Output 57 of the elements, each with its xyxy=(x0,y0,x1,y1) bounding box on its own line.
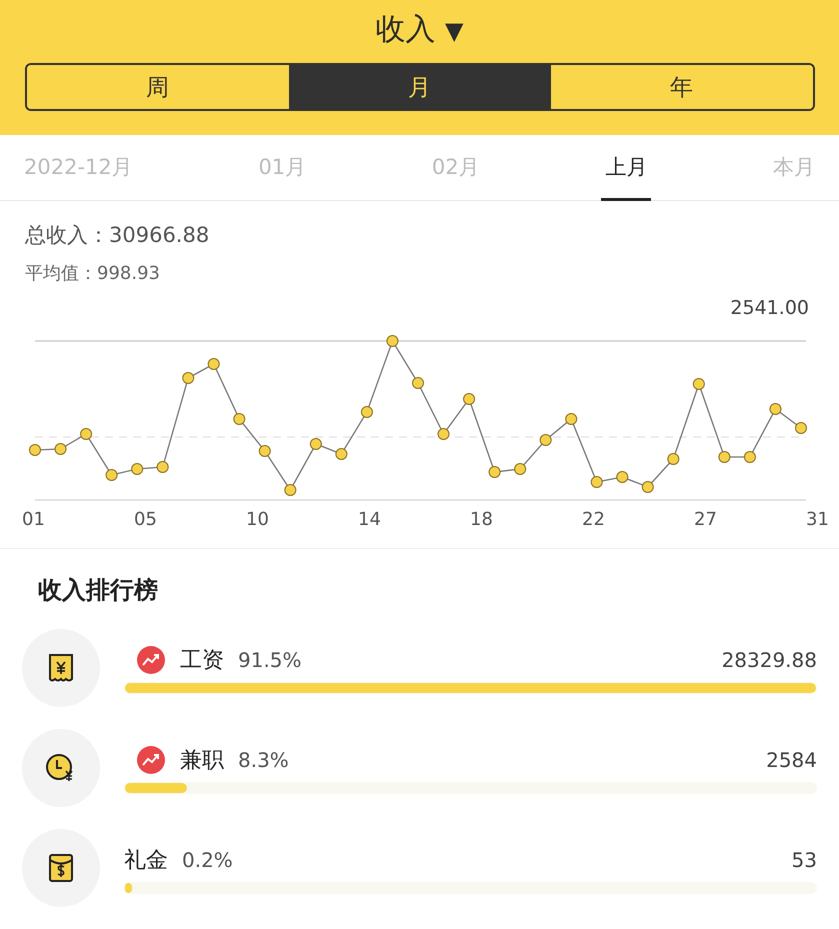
data-point xyxy=(54,443,67,455)
axis-label: 10 xyxy=(246,509,269,530)
data-point xyxy=(335,448,348,460)
section-title: 收入排行榜 xyxy=(38,575,159,606)
data-point xyxy=(718,451,730,463)
total-income: 总收入：30966.88 xyxy=(25,222,210,249)
axis-label: 27 xyxy=(694,509,717,530)
axis-label: 14 xyxy=(358,509,381,530)
data-point xyxy=(131,463,144,475)
data-point xyxy=(488,466,501,478)
axis-label: 01 xyxy=(22,509,45,530)
data-point xyxy=(616,471,628,483)
category-percent: 0.2% xyxy=(182,848,233,872)
max-value-label: 2541.00 xyxy=(730,297,809,321)
data-point xyxy=(258,445,271,457)
data-point xyxy=(208,358,220,370)
data-point xyxy=(795,422,807,434)
data-point xyxy=(514,463,526,475)
data-point xyxy=(590,476,603,488)
axis-label: 18 xyxy=(470,509,493,530)
category-dropdown[interactable]: 收入 ▼ xyxy=(375,4,464,54)
category-name: 礼金 xyxy=(124,846,168,874)
data-point xyxy=(360,406,373,418)
data-point xyxy=(744,451,756,463)
data-point xyxy=(80,428,92,440)
axis-label: 31 xyxy=(806,509,829,530)
data-point xyxy=(565,413,578,425)
data-point xyxy=(463,393,476,405)
axis-label: 22 xyxy=(582,509,605,530)
data-point xyxy=(284,484,296,496)
data-point xyxy=(233,413,246,425)
data-point xyxy=(310,438,322,450)
data-point xyxy=(642,481,654,493)
data-point xyxy=(386,335,398,347)
data-point xyxy=(412,377,424,389)
category-percent: 8.3% xyxy=(238,748,289,772)
category-amount: 28329.88 xyxy=(722,648,817,672)
data-point xyxy=(769,403,782,415)
category-amount: 2584 xyxy=(766,748,817,772)
data-point xyxy=(438,428,450,440)
data-point xyxy=(156,461,169,473)
data-point xyxy=(106,469,118,481)
category-amount: 53 xyxy=(792,848,817,872)
month-tab[interactable]: 上月 xyxy=(601,135,652,201)
data-point xyxy=(692,378,705,390)
average-value: 平均值：998.93 xyxy=(25,262,161,285)
data-point xyxy=(182,372,194,384)
category-percent: 91.5% xyxy=(238,648,302,672)
category-name: 兼职 xyxy=(180,746,224,774)
receipt-icon xyxy=(47,653,75,683)
axis-label: 05 xyxy=(134,509,157,530)
envelope-icon xyxy=(47,852,75,884)
category-name: 工资 xyxy=(180,646,224,674)
data-point xyxy=(29,444,41,456)
data-point xyxy=(667,453,680,465)
period-tab[interactable]: 月 xyxy=(288,65,550,109)
data-point xyxy=(540,434,552,446)
